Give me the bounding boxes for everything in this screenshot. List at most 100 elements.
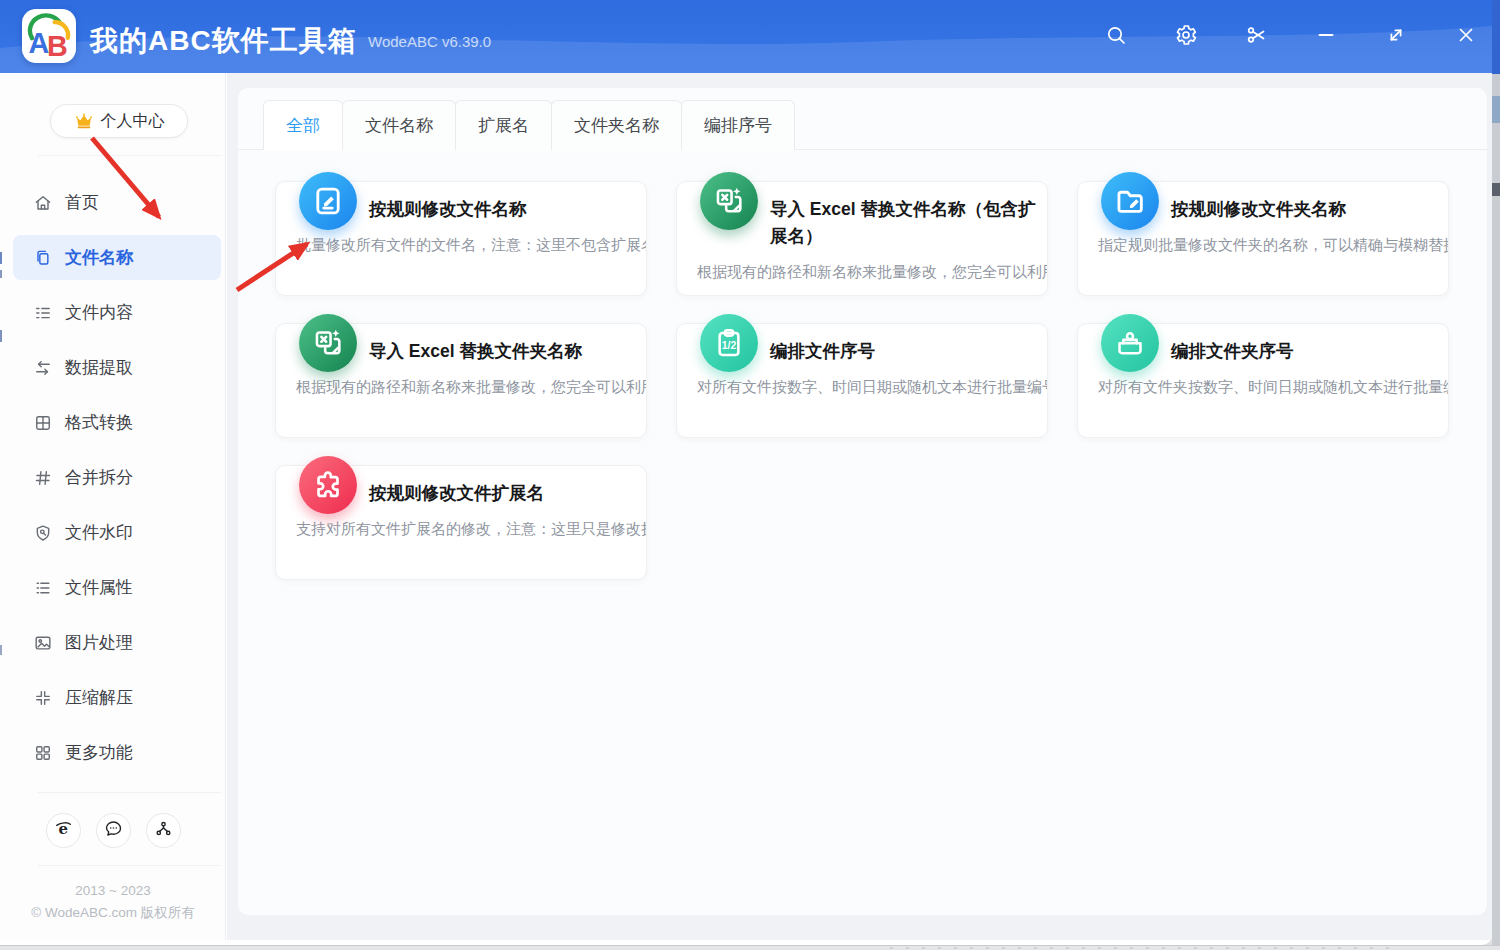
maximize-button[interactable] [1384,25,1408,49]
sidebar-item-8[interactable]: 文件属性 [0,560,224,615]
sidebar-item-11[interactable]: 更多功能 [0,725,224,780]
desktop-edge-right [1492,0,1500,950]
footer-years: 2013 ~ 2023 [0,883,226,898]
browser-icon: e [53,818,74,843]
sidebar-item-label: 首页 [65,191,99,214]
card-title: 按规则修改文件夹名称 [1171,196,1438,223]
image-process-icon [33,633,53,653]
minimize-button[interactable] [1314,25,1338,49]
folder-tray-icon [1101,314,1159,372]
card-desc: 指定规则批量修改文件夹的名称，可以精确与模糊替换 [1098,236,1448,255]
content-panel: 全部文件名称扩展名文件夹名称编排序号 按规则修改文件名称批量修改所有文件的文件名… [238,88,1487,915]
merge-split-icon [33,468,53,488]
close-icon [1454,23,1478,51]
sidebar-item-label: 合并拆分 [65,466,133,489]
card-title: 导入 Excel 替换文件名称（包含扩展名） [770,196,1037,250]
tab-5[interactable]: 编排序号 [681,100,795,150]
tab-4[interactable]: 文件夹名称 [551,100,682,150]
file-content-icon [33,303,53,323]
sidebar-item-7[interactable]: 文件水印 [0,505,224,560]
feature-card-4[interactable]: 导入 Excel 替换文件夹名称根据现有的路径和新名称来批量修改，您完全可以利用 [275,323,647,438]
chat-icon [103,818,124,843]
home-icon [33,193,53,213]
sidebar-item-label: 文件名称 [65,246,133,269]
personal-center-button[interactable]: 个人中心 [50,104,188,138]
feature-card-7[interactable]: 按规则修改文件扩展名支持对所有文件扩展名的修改，注意：这里只是修改扩展名 [275,465,647,580]
file-attributes-icon [33,578,53,598]
settings-gear-icon [1174,23,1198,51]
card-title: 编排文件夹序号 [1171,338,1438,365]
sidebar-item-1[interactable]: 首页 [0,175,224,230]
card-title: 按规则修改文件名称 [369,196,636,223]
feature-card-2[interactable]: 导入 Excel 替换文件名称（包含扩展名） 根据现有的路径和新名称来批量修改，您… [676,181,1048,296]
scissors-icon [1244,23,1268,51]
watermark-icon [33,523,53,543]
footer-copyright: © WodeABC.com 版权所有 [0,904,226,922]
scissors-button[interactable] [1244,25,1268,49]
card-desc: 批量修改所有文件的文件名，注意：这里不包含扩展名 [296,236,646,255]
compress-icon [33,688,53,708]
category-tabs: 全部文件名称扩展名文件夹名称编排序号 [238,88,1487,150]
desktop-edge-marks [890,947,1390,949]
data-extract-icon [33,358,53,378]
card-desc: 对所有文件按数字、时间日期或随机文本进行批量编号 [697,378,1047,397]
sidebar-item-label: 文件内容 [65,301,133,324]
sidebar-item-10[interactable]: 压缩解压 [0,670,224,725]
app-window: A B 我的ABC软件工具箱 WodeABC v6.39.0 个人中心 首页文件… [0,0,1492,945]
feature-card-1[interactable]: 按规则修改文件名称批量修改所有文件的文件名，注意：这里不包含扩展名 [275,181,647,296]
desktop-edge-left-mark [0,330,2,342]
format-convert-icon [33,413,53,433]
sidebar-item-label: 图片处理 [65,631,133,654]
more-features-icon [33,743,53,763]
sidebar-item-label: 压缩解压 [65,686,133,709]
quick-link-browser[interactable]: e [46,813,81,848]
crown-icon [74,111,94,131]
sidebar-divider [38,155,221,156]
share-icon [153,818,174,843]
card-desc: 根据现有的路径和新名称来批量修改，您完全可以利用 [697,263,1047,282]
sidebar-item-label: 文件属性 [65,576,133,599]
titlebar: A B 我的ABC软件工具箱 WodeABC v6.39.0 [0,0,1492,73]
quick-link-share[interactable] [146,813,181,848]
sidebar: 个人中心 首页文件名称文件内容数据提取格式转换合并拆分文件水印文件属性图片处理压… [0,73,226,940]
card-title: 按规则修改文件扩展名 [369,480,636,507]
sidebar-item-label: 数据提取 [65,356,133,379]
sidebar-item-label: 格式转换 [65,411,133,434]
card-title: 编排文件序号 [770,338,1037,365]
sidebar-divider [38,792,221,793]
card-desc: 根据现有的路径和新名称来批量修改，您完全可以利用 [296,378,646,397]
sidebar-item-5[interactable]: 格式转换 [0,395,224,450]
minimize-icon [1314,23,1338,51]
app-version: WodeABC v6.39.0 [368,33,491,50]
search-icon [1104,23,1128,51]
sidebar-item-4[interactable]: 数据提取 [0,340,224,395]
folder-edit-icon [1101,172,1159,230]
feature-card-3[interactable]: 按规则修改文件夹名称指定规则批量修改文件夹的名称，可以精确与模糊替换 [1077,181,1449,296]
card-desc: 对所有文件夹按数字、时间日期或随机文本进行批量编号 [1098,378,1448,397]
close-button[interactable] [1454,25,1478,49]
svg-text:1/2: 1/2 [722,340,737,351]
sidebar-item-6[interactable]: 合并拆分 [0,450,224,505]
feature-card-6[interactable]: 编排文件夹序号对所有文件夹按数字、时间日期或随机文本进行批量编号 [1077,323,1449,438]
desktop-edge-left-mark [0,270,2,278]
edit-file-icon [299,172,357,230]
app-title: 我的ABC软件工具箱 [90,22,357,60]
puzzle-edit-icon [299,456,357,514]
sidebar-item-label: 更多功能 [65,741,133,764]
excel-replace-icon [700,172,758,230]
tab-3[interactable]: 扩展名 [455,100,552,150]
tab-1[interactable]: 全部 [263,100,343,150]
excel-replace-icon [299,314,357,372]
quick-link-chat[interactable] [96,813,131,848]
card-desc: 支持对所有文件扩展名的修改，注意：这里只是修改扩展名 [296,520,646,539]
tab-2[interactable]: 文件名称 [342,100,456,150]
settings-button[interactable] [1174,25,1198,49]
sidebar-divider [38,865,221,866]
file-name-icon [33,248,53,268]
sidebar-item-9[interactable]: 图片处理 [0,615,224,670]
sidebar-item-2[interactable]: 文件名称 [0,230,224,285]
sidebar-item-3[interactable]: 文件内容 [0,285,224,340]
desktop-edge-left-mark [0,252,2,264]
feature-card-5[interactable]: 1/2 编排文件序号对所有文件按数字、时间日期或随机文本进行批量编号 [676,323,1048,438]
search-button[interactable] [1104,25,1128,49]
